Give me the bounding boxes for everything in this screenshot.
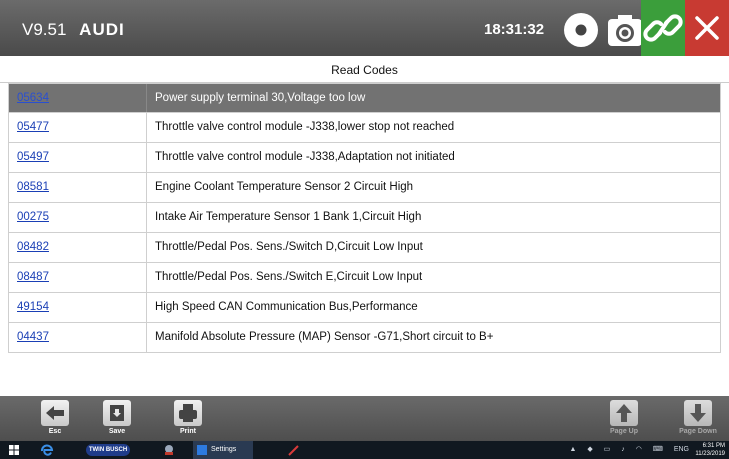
arrow-down-icon [684,400,712,426]
esc-label: Esc [48,428,62,435]
taskbar-app-logo[interactable]: TWIN BUSCH [86,444,130,456]
page-down-label: Page Down [679,428,717,435]
screenshot-button[interactable] [605,10,645,50]
tray-bluetooth-icon[interactable]: ◆ [587,446,592,453]
record-icon [564,13,598,47]
back-arrow-icon [41,400,69,426]
arrow-up-icon [610,400,638,426]
code-link[interactable]: 49154 [9,293,147,322]
printer-icon [174,400,202,426]
close-icon [695,16,719,40]
page-down-button[interactable]: Page Down [673,396,723,441]
close-button[interactable] [685,0,729,56]
page-up-label: Page Up [609,428,638,435]
code-description: Engine Coolant Temperature Sensor 2 Circ… [155,181,414,193]
table-row[interactable]: 08581 Engine Coolant Temperature Sensor … [8,173,721,203]
app-title: V9.51 AUDI [22,0,125,56]
code-description: Power supply terminal 30,Voltage too low [155,92,366,104]
tray-language[interactable]: ENG [674,446,689,453]
code-link[interactable]: 00275 [9,203,147,232]
code-description: Manifold Absolute Pressure (MAP) Sensor … [155,331,494,343]
taskbar-date: 11/23/2019 [695,451,725,457]
print-button[interactable]: Print [163,396,213,441]
system-tray: ▲ ◆ ▭ ♪ ◠ ⌨ ENG [560,441,689,459]
tray-network-icon[interactable]: ▲ [569,446,576,453]
code-description: Throttle/Pedal Pos. Sens./Switch E,Circu… [155,271,423,283]
taskbar-clock[interactable]: 6:31 PM 11/23/2019 [695,442,725,458]
table-row[interactable]: 08482 Throttle/Pedal Pos. Sens./Switch D… [8,233,721,263]
table-row[interactable]: 00275 Intake Air Temperature Sensor 1 Ba… [8,203,721,233]
record-button[interactable] [561,10,601,50]
code-description: Intake Air Temperature Sensor 1 Bank 1,C… [155,211,422,223]
save-label: Save [108,428,126,435]
table-row[interactable]: 05477 Throttle valve control module -J33… [8,113,721,143]
taskbar-time: 6:31 PM [702,443,725,449]
title-bar: V9.51 AUDI 18:31:32 [0,0,729,56]
esc-button[interactable]: Esc [30,396,80,441]
taskbar-settings-label: Settings [211,446,237,453]
table-row[interactable]: 08487 Throttle/Pedal Pos. Sens./Switch E… [8,263,721,293]
taskbar-settings[interactable]: Settings [193,441,253,459]
version-label: V9.51 [22,20,67,39]
taskbar-app-icon[interactable] [162,443,176,457]
save-button[interactable]: Save [92,396,142,441]
code-description: Throttle valve control module -J338,Adap… [155,151,455,163]
table-row[interactable]: 05634 Power supply terminal 30,Voltage t… [8,83,721,113]
code-link[interactable]: 08482 [9,233,147,262]
connect-button[interactable] [641,0,685,56]
pen-icon[interactable] [287,443,301,457]
code-description: High Speed CAN Communication Bus,Perform… [155,301,418,313]
settings-gear-icon [197,445,207,455]
vehicle-brand: AUDI [79,20,125,39]
edge-browser-icon[interactable] [40,443,54,457]
os-taskbar: TWIN BUSCH Settings ▲ ◆ ▭ ♪ ◠ ⌨ ENG 6:31… [0,441,729,459]
code-link[interactable]: 05497 [9,143,147,172]
tray-volume-icon[interactable]: ♪ [621,446,625,453]
code-link[interactable]: 08581 [9,173,147,202]
code-link[interactable]: 05634 [9,84,147,112]
page-title: Read Codes [0,56,729,83]
windows-start-icon[interactable] [8,443,20,457]
table-row[interactable]: 04437 Manifold Absolute Pressure (MAP) S… [8,323,721,353]
link-icon [643,14,683,42]
code-description: Throttle valve control module -J338,lowe… [155,121,455,133]
tray-battery-icon[interactable]: ▭ [604,446,611,453]
tray-keyboard-icon[interactable]: ⌨ [653,446,663,453]
code-link[interactable]: 08487 [9,263,147,292]
code-description: Throttle/Pedal Pos. Sens./Switch D,Circu… [155,241,423,253]
code-link[interactable]: 05477 [9,113,147,142]
clock: 18:31:32 [484,21,545,38]
code-link[interactable]: 04437 [9,323,147,352]
save-icon [103,400,131,426]
camera-icon [608,15,642,46]
table-row[interactable]: 05497 Throttle valve control module -J33… [8,143,721,173]
print-label: Print [180,428,196,435]
tray-wifi-icon[interactable]: ◠ [636,446,642,453]
table-row[interactable]: 49154 High Speed CAN Communication Bus,P… [8,293,721,323]
page-up-button[interactable]: Page Up [599,396,649,441]
bottom-toolbar: Esc Save Print Page Up Page Down [0,396,729,441]
